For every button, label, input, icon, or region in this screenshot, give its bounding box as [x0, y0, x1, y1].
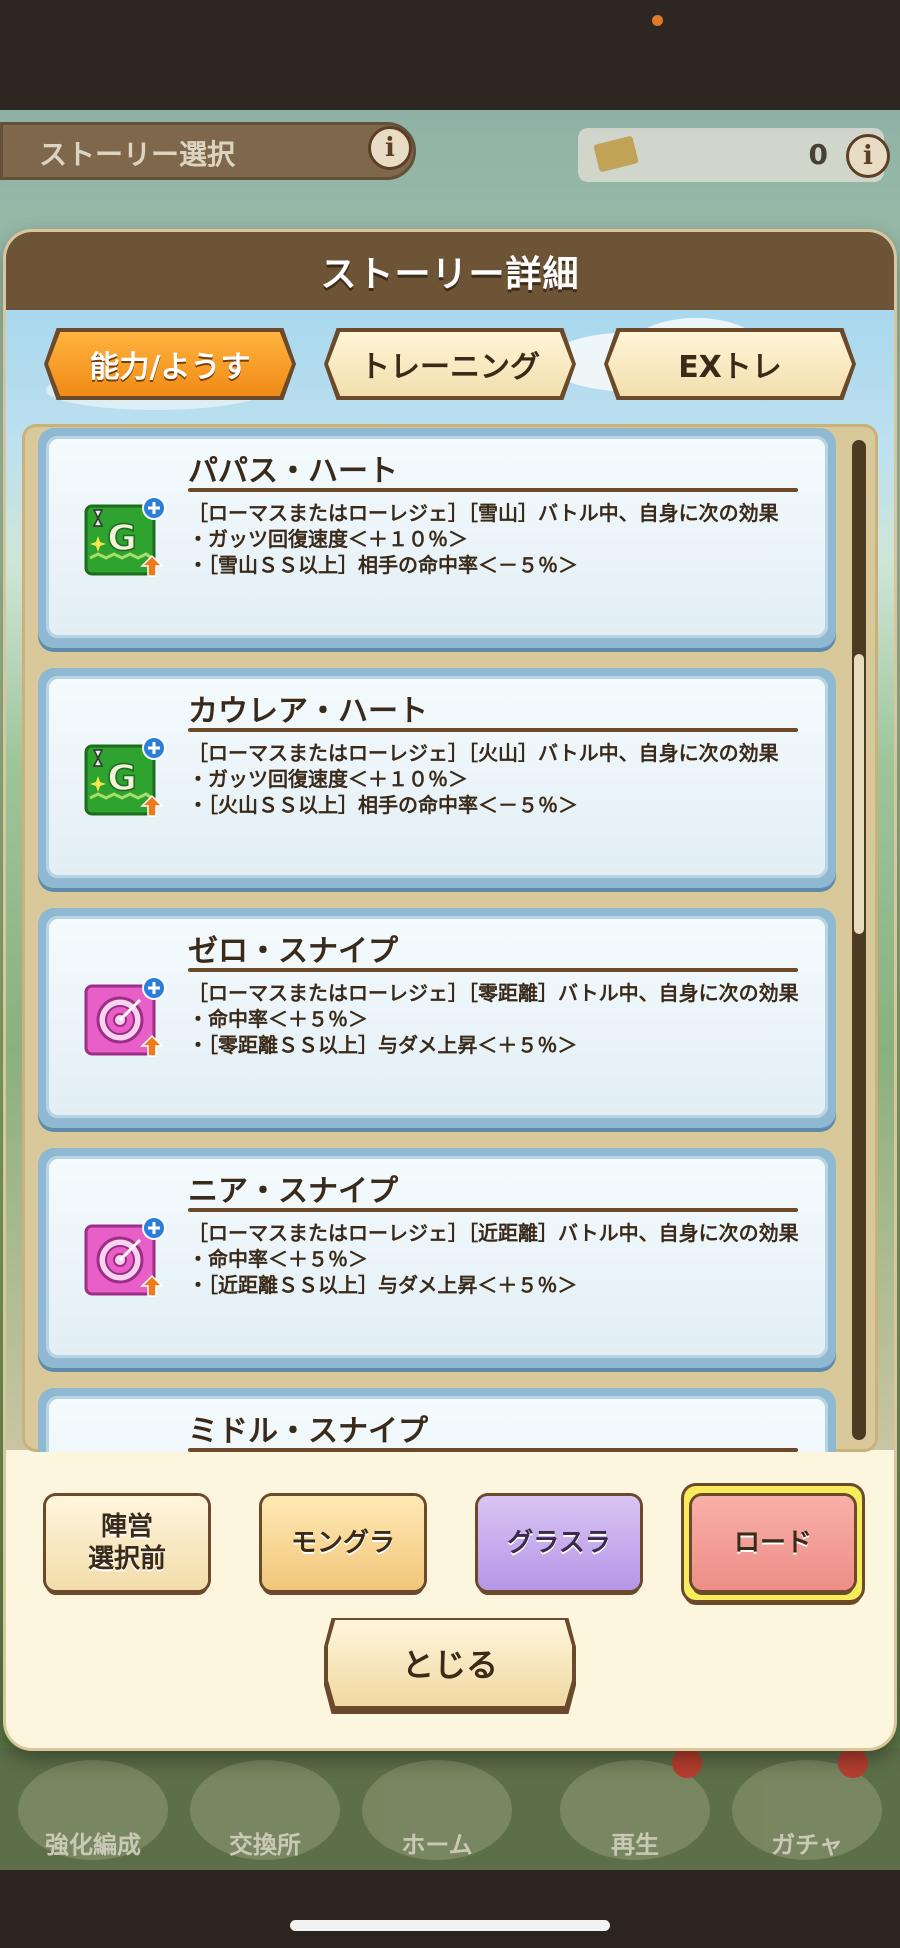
guts-up-icon: G: [84, 736, 166, 817]
skill-list[interactable]: G パパス・ハート ［ローマスまたはローレジェ］［雪山］バトル中、自身に次の効果…: [22, 424, 878, 1452]
tab-training[interactable]: トレーニング: [328, 332, 572, 396]
ticket-counter: 0: [578, 128, 884, 182]
scrollbar-thumb[interactable]: [854, 654, 864, 934]
home-indicator-area: [0, 1870, 900, 1948]
button-label: モングラ: [290, 1528, 395, 1558]
nav-label: ホーム: [401, 1831, 473, 1859]
faction-pre-select-button[interactable]: 陣営 選択前: [46, 1496, 208, 1590]
accuracy-up-icon: [84, 1216, 166, 1297]
story-select-header: ストーリー選択: [0, 122, 416, 180]
svg-text:G: G: [107, 518, 137, 559]
svg-text:G: G: [107, 758, 137, 799]
skill-description: ［ローマスまたはローレジェ］［雪山］バトル中、自身に次の効果 ・ガッツ回復速度＜…: [188, 501, 779, 577]
home-indicator[interactable]: [290, 1920, 610, 1931]
skill-card[interactable]: G パパス・ハート ［ローマスまたはローレジェ］［雪山］バトル中、自身に次の効果…: [38, 428, 836, 648]
skill-card-body: ミドル・スナイプ: [46, 1396, 828, 1452]
skill-card[interactable]: G カウレア・ハート ［ローマスまたはローレジェ］［火山］バトル中、自身に次の効…: [38, 668, 836, 888]
skill-name: ミドル・スナイプ: [188, 1414, 428, 1449]
skill-card[interactable]: ニア・スナイプ ［ローマスまたはローレジェ］［近距離］バトル中、自身に次の効果 …: [38, 1148, 836, 1368]
nav-item-enhance[interactable]: 強化編成: [18, 1760, 168, 1860]
skill-name: カウレア・ハート: [188, 694, 428, 729]
guts-up-icon: G: [84, 496, 166, 577]
skill-card[interactable]: ミドル・スナイプ: [38, 1388, 836, 1452]
skill-name: ニア・スナイプ: [188, 1174, 398, 1209]
skill-name: パパス・ハート: [188, 454, 398, 489]
skill-card-body: ゼロ・スナイプ ［ローマスまたはローレジェ］［零距離］バトル中、自身に次の効果 …: [46, 916, 828, 1118]
modal-header: ストーリー詳細: [6, 232, 894, 310]
modal-title: ストーリー詳細: [320, 254, 580, 295]
mongra-button[interactable]: モングラ: [262, 1496, 424, 1590]
story-select-label: ストーリー選択: [39, 138, 236, 171]
notification-badge-icon: [838, 1748, 868, 1778]
skill-card[interactable]: ゼロ・スナイプ ［ローマスまたはローレジェ］［零距離］バトル中、自身に次の効果 …: [38, 908, 836, 1128]
divider: [188, 968, 798, 972]
nav-item-exchange[interactable]: 交換所: [190, 1760, 340, 1860]
accuracy-up-icon: [84, 976, 166, 1057]
recording-indicator-icon: [652, 15, 663, 26]
ticket-icon: [593, 135, 639, 173]
tab-ex-training[interactable]: EXトレ: [608, 332, 852, 396]
notification-badge-icon: [672, 1748, 702, 1778]
grasla-button[interactable]: グラスラ: [478, 1496, 640, 1590]
skill-description: ［ローマスまたはローレジェ］［火山］バトル中、自身に次の効果 ・ガッツ回復速度＜…: [188, 741, 779, 817]
skill-name: ゼロ・スナイプ: [188, 934, 398, 969]
nav-label: 再生: [611, 1831, 659, 1859]
scrollbar[interactable]: [852, 440, 866, 1440]
info-icon[interactable]: i: [368, 126, 412, 170]
skill-card-body: ニア・スナイプ ［ローマスまたはローレジェ］［近距離］バトル中、自身に次の効果 …: [46, 1156, 828, 1358]
button-label: グラスラ: [507, 1528, 611, 1558]
skill-card-body: G カウレア・ハート ［ローマスまたはローレジェ］［火山］バトル中、自身に次の効…: [46, 676, 828, 878]
divider: [188, 1208, 798, 1212]
tab-abilities[interactable]: 能力/ようす: [48, 332, 292, 396]
road-button[interactable]: ロード: [692, 1496, 854, 1590]
nav-label: 強化編成: [45, 1831, 141, 1859]
divider: [188, 1448, 798, 1452]
button-label: ロード: [733, 1528, 812, 1558]
nav-label: 交換所: [229, 1831, 301, 1859]
status-bar: [0, 0, 900, 110]
skill-description: ［ローマスまたはローレジェ］［零距離］バトル中、自身に次の効果 ・命中率＜＋５％…: [188, 981, 799, 1057]
divider: [188, 728, 798, 732]
skill-card-body: G パパス・ハート ［ローマスまたはローレジェ］［雪山］バトル中、自身に次の効果…: [46, 436, 828, 638]
nav-label: ガチャ: [771, 1831, 843, 1859]
nav-item-home[interactable]: ホーム: [362, 1760, 512, 1860]
close-button[interactable]: とじる: [328, 1620, 572, 1706]
ticket-info-icon[interactable]: i: [846, 134, 890, 178]
ticket-count: 0: [808, 138, 828, 171]
skill-description: ［ローマスまたはローレジェ］［近距離］バトル中、自身に次の効果 ・命中率＜＋５％…: [188, 1221, 799, 1297]
divider: [188, 488, 798, 492]
button-label: 陣営 選択前: [87, 1512, 166, 1574]
